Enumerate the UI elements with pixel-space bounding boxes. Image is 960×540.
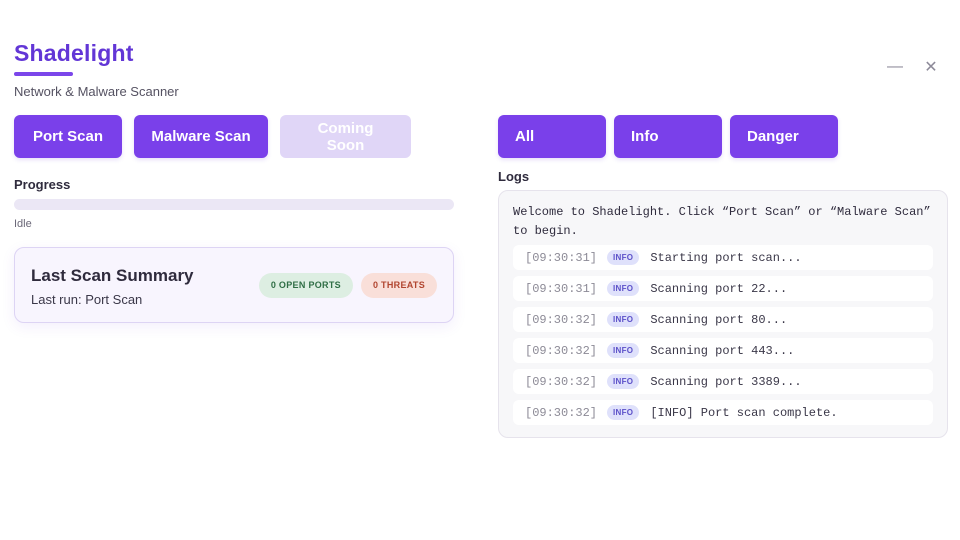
log-timestamp: [09:30:31] [525,281,598,296]
log-message: Scanning port 3389... [650,374,802,389]
logs-welcome-message: Welcome to Shadelight. Click “Port Scan”… [513,205,931,238]
minimize-icon[interactable]: — [884,56,906,78]
log-timestamp: [09:30:32] [525,343,598,358]
log-level-badge: INFO [607,312,640,327]
last-scan-summary-card: Last Scan Summary Last run: Port Scan 0 … [14,247,454,323]
logs-label: Logs [498,169,530,184]
log-message: Scanning port 80... [650,312,788,327]
filter-info-button[interactable]: Info [614,115,722,158]
summary-last-run: Last run: Port Scan [31,292,143,307]
app-subtitle: Network & Malware Scanner [14,84,179,99]
log-entry: [09:30:32] INFO Scanning port 3389... [513,369,933,394]
log-level-badge: INFO [607,343,640,358]
app-window: Shadelight Network & Malware Scanner — ✕… [0,0,960,540]
port-scan-button[interactable]: Port Scan [14,115,122,158]
log-timestamp: [09:30:32] [525,405,598,420]
threats-badge: 0 THREATS [360,273,437,298]
window-controls: — ✕ [884,56,942,78]
filter-danger-button[interactable]: Danger [730,115,838,158]
progress-bar [14,199,454,210]
app-title: Shadelight [14,40,134,66]
log-timestamp: [09:30:31] [525,250,598,265]
summary-badges: 0 OPEN PORTS 0 THREATS [258,273,437,298]
log-message: [INFO] Port scan complete. [650,405,838,420]
log-entry: [09:30:32] INFO Scanning port 80... [513,307,933,332]
log-timestamp: [09:30:32] [525,374,598,389]
log-level-badge: INFO [607,281,640,296]
log-message: Scanning port 22... [650,281,788,296]
log-entry: [09:30:32] INFO [INFO] Port scan complet… [513,400,933,425]
brand-header: Shadelight Network & Malware Scanner [14,40,179,99]
scan-button-group: Port Scan Malware Scan Coming Soon [14,115,411,158]
log-entry: [09:30:31] INFO Starting port scan... [513,245,933,270]
log-level-badge: INFO [607,374,640,389]
logs-panel[interactable]: Welcome to Shadelight. Click “Port Scan”… [498,190,948,438]
log-filter-group: All Info Danger [498,115,838,158]
log-entry: [09:30:32] INFO Scanning port 443... [513,338,933,363]
coming-soon-button: Coming Soon [280,115,411,158]
summary-title: Last Scan Summary [31,266,194,285]
log-level-badge: INFO [607,405,640,420]
close-icon[interactable]: ✕ [920,56,942,78]
log-entry: [09:30:31] INFO Scanning port 22... [513,276,933,301]
log-timestamp: [09:30:32] [525,312,598,327]
filter-all-button[interactable]: All [498,115,606,158]
open-ports-badge: 0 OPEN PORTS [258,273,353,298]
log-message: Scanning port 443... [650,343,795,358]
title-underline [14,72,73,76]
malware-scan-button[interactable]: Malware Scan [134,115,268,158]
log-message: Starting port scan... [650,250,802,265]
progress-label: Progress [14,177,71,192]
log-level-badge: INFO [607,250,640,265]
progress-status: Idle [14,218,32,230]
